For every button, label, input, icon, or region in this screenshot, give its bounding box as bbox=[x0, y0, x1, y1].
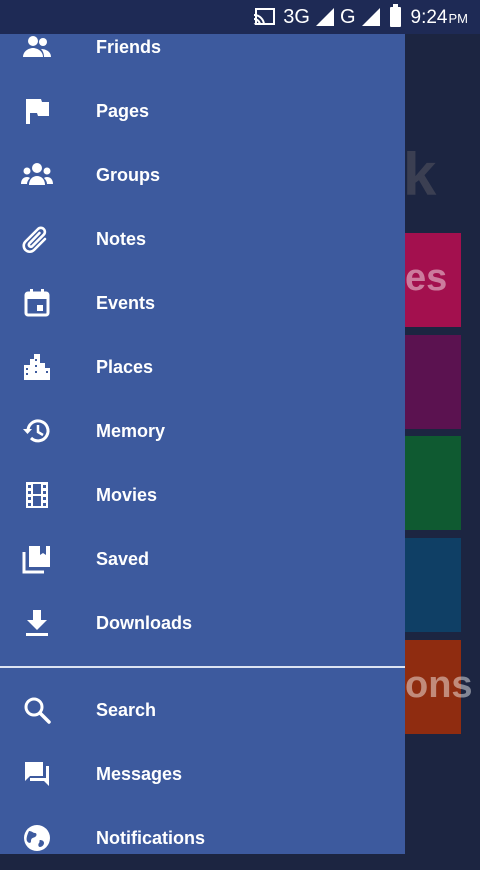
menu-item-label: Movies bbox=[96, 485, 158, 505]
menu-item-label: Notifications bbox=[96, 828, 206, 848]
calendar-icon bbox=[24, 289, 50, 317]
menu-item-label: Events bbox=[96, 293, 156, 313]
friends-icon bbox=[23, 36, 51, 57]
menu-item-label: Notes bbox=[96, 229, 147, 249]
menu-item-messages[interactable]: Messages bbox=[0, 742, 405, 806]
signal-icon-2 bbox=[361, 8, 380, 26]
menu-item-movies[interactable]: Movies bbox=[0, 463, 405, 527]
city-icon bbox=[24, 354, 50, 380]
paperclip-icon bbox=[22, 226, 47, 253]
menu-item-label: Pages bbox=[96, 101, 150, 121]
menu-item-downloads[interactable]: Downloads bbox=[0, 591, 405, 655]
network-type-2: G bbox=[339, 5, 356, 28]
background-tile: ons bbox=[405, 640, 473, 734]
network-type: 3G bbox=[283, 5, 310, 28]
download-icon bbox=[26, 610, 48, 636]
menu-item-notifications[interactable]: Notifications bbox=[0, 806, 405, 870]
flag-icon bbox=[26, 99, 49, 124]
background-tile: es bbox=[405, 233, 461, 327]
menu-item-label: Groups bbox=[96, 165, 161, 185]
menu-item-pages[interactable]: Pages bbox=[0, 79, 405, 143]
menu-item-groups[interactable]: Groups bbox=[0, 143, 405, 207]
globe-icon bbox=[24, 825, 50, 851]
navigation-drawer: Friends Pages Groups Notes Events Places… bbox=[0, 34, 405, 854]
menu-item-label: Places bbox=[96, 357, 154, 377]
menu-item-label: Downloads bbox=[96, 613, 193, 633]
signal-icon bbox=[315, 8, 334, 26]
background-tile bbox=[405, 335, 461, 429]
history-icon bbox=[23, 419, 50, 443]
menu-item-label: Messages bbox=[96, 764, 183, 784]
background-tile bbox=[405, 538, 461, 632]
search-icon bbox=[24, 697, 51, 724]
messages-icon bbox=[25, 762, 49, 786]
menu-item-search[interactable]: Search bbox=[0, 678, 405, 742]
menu-item-places[interactable]: Places bbox=[0, 335, 405, 399]
background-tile bbox=[405, 436, 461, 530]
menu-item-saved[interactable]: Saved bbox=[0, 527, 405, 591]
status-icons: 3G G 9:24PM bbox=[253, 0, 468, 34]
menu-item-events[interactable]: Events bbox=[0, 271, 405, 335]
clock: 9:24PM bbox=[410, 6, 468, 28]
battery-icon bbox=[389, 4, 401, 27]
menu-item-notes[interactable]: Notes bbox=[0, 207, 405, 271]
status-bar: 3G G 9:24PM bbox=[0, 0, 480, 34]
drawer-divider bbox=[0, 666, 405, 668]
menu-item-memory[interactable]: Memory bbox=[0, 399, 405, 463]
groups-icon bbox=[21, 163, 53, 185]
background-logo: k bbox=[403, 141, 437, 208]
menu-item-label: Search bbox=[96, 700, 157, 720]
cast-icon bbox=[254, 8, 276, 26]
saved-icon bbox=[22, 546, 50, 574]
film-icon bbox=[26, 482, 48, 508]
menu-item-label: Saved bbox=[96, 549, 150, 569]
menu-item-label: Memory bbox=[96, 421, 166, 441]
